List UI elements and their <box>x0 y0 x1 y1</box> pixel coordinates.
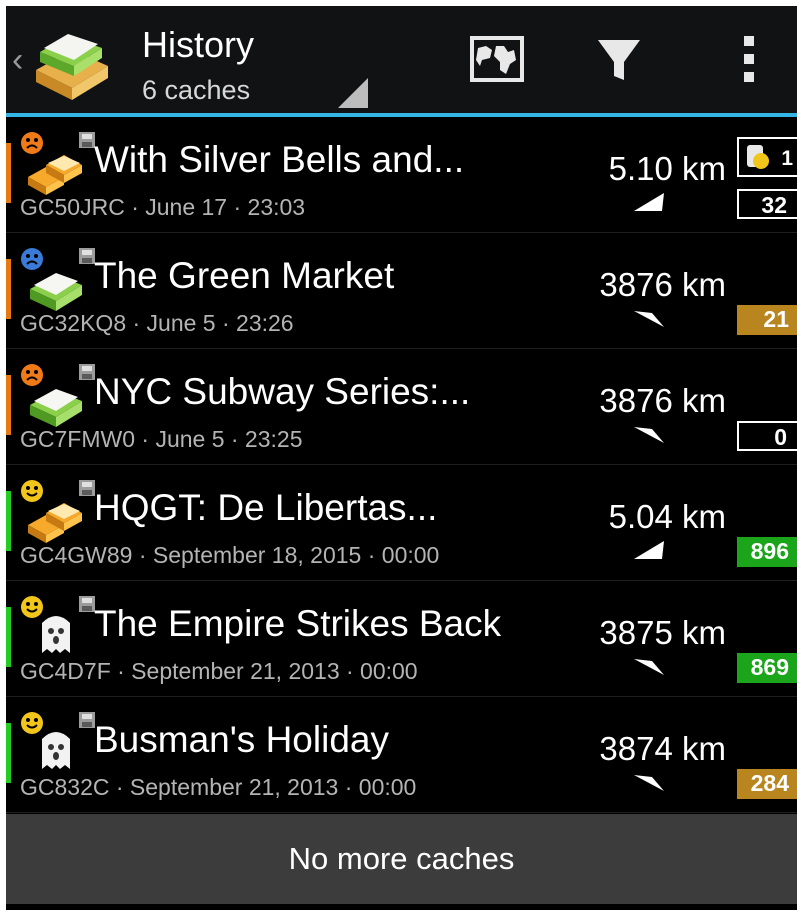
footer-label: No more caches <box>288 841 515 876</box>
cache-row[interactable]: The Empire Strikes Back GC4D7F · Septembe… <box>6 581 797 697</box>
trackables-badge: 1 <box>737 137 797 177</box>
overflow-menu-icon[interactable] <box>714 30 784 90</box>
direction-arrow-icon <box>634 541 664 559</box>
cache-row[interactable]: Busman's Holiday GC832C · September 21, 2… <box>6 697 797 813</box>
cache-distance: 3876 km <box>599 382 726 419</box>
back-caret-icon[interactable]: ‹ <box>12 40 30 80</box>
cache-list[interactable]: With Silver Bells and... GC50JRC · June 1… <box>6 117 797 813</box>
status-stripe <box>6 607 11 667</box>
direction-arrow-icon <box>634 775 664 791</box>
status-stripe <box>6 143 11 203</box>
direction-arrow-icon <box>634 193 664 211</box>
cache-type-icon <box>30 273 82 311</box>
cache-type-icon <box>42 732 70 769</box>
cache-count: 6 caches <box>142 75 251 105</box>
cache-distance: 3874 km <box>599 730 726 767</box>
app-logo-icon[interactable] <box>32 26 112 102</box>
no-more-caches-footer: No more caches <box>6 814 797 904</box>
cache-row[interactable]: The Green Market GC32KQ8 · June 5 · 23:26… <box>6 233 797 349</box>
cache-info: GC7FMW0 · June 5 · 23:25 <box>20 426 303 452</box>
map-icon[interactable] <box>462 30 532 90</box>
status-stripe <box>6 723 11 783</box>
cache-info: GC4D7F · September 21, 2013 · 00:00 <box>20 658 418 684</box>
cache-info: GC4GW89 · September 18, 2015 · 00:00 <box>20 542 440 568</box>
cache-type-icon <box>28 155 82 195</box>
trackable-coin-icon <box>747 145 769 169</box>
screen: ‹ History 6 caches With Silver Bells and… <box>6 6 797 910</box>
cache-row[interactable]: NYC Subway Series:... GC7FMW0 · June 5 · … <box>6 349 797 465</box>
status-stripe <box>6 375 11 435</box>
cache-name: NYC Subway Series:... <box>94 371 471 412</box>
cache-name: The Green Market <box>94 255 395 296</box>
cache-name: The Empire Strikes Back <box>94 603 502 644</box>
cache-distance: 5.10 km <box>608 150 726 187</box>
favorites-badge: 896 <box>737 537 797 567</box>
cache-type-icon <box>28 503 82 543</box>
trackables-count: 1 <box>781 147 793 170</box>
cache-distance: 5.04 km <box>608 498 726 535</box>
cache-info: GC832C · September 21, 2013 · 00:00 <box>20 774 417 800</box>
screen-title: History <box>142 24 255 65</box>
cache-info: GC32KQ8 · June 5 · 23:26 <box>20 310 294 336</box>
spinner-indicator-icon[interactable] <box>338 78 368 108</box>
status-stripe <box>6 259 11 319</box>
cache-name: Busman's Holiday <box>94 719 389 760</box>
direction-arrow-icon <box>634 427 664 443</box>
favorites-badge: 284 <box>737 769 797 799</box>
action-bar: ‹ History 6 caches <box>6 6 797 117</box>
favorites-badge: 869 <box>737 653 797 683</box>
filter-icon[interactable] <box>584 30 654 90</box>
status-stripe <box>6 491 11 551</box>
cache-info: GC50JRC · June 17 · 23:03 <box>20 194 306 220</box>
cache-distance: 3875 km <box>599 614 726 651</box>
cache-row[interactable]: With Silver Bells and... GC50JRC · June 1… <box>6 117 797 233</box>
cache-name: With Silver Bells and... <box>94 139 465 180</box>
favorites-badge: 21 <box>737 305 797 335</box>
direction-arrow-icon <box>634 311 664 327</box>
cache-name: HQGT: De Libertas... <box>94 487 438 528</box>
favorites-badge: 32 <box>737 189 797 219</box>
direction-arrow-icon <box>634 659 664 675</box>
cache-distance: 3876 km <box>599 266 726 303</box>
cache-type-icon <box>42 616 70 653</box>
favorites-badge: 0 <box>737 421 797 451</box>
cache-type-icon <box>30 389 82 427</box>
cache-row[interactable]: HQGT: De Libertas... GC4GW89 · September … <box>6 465 797 581</box>
